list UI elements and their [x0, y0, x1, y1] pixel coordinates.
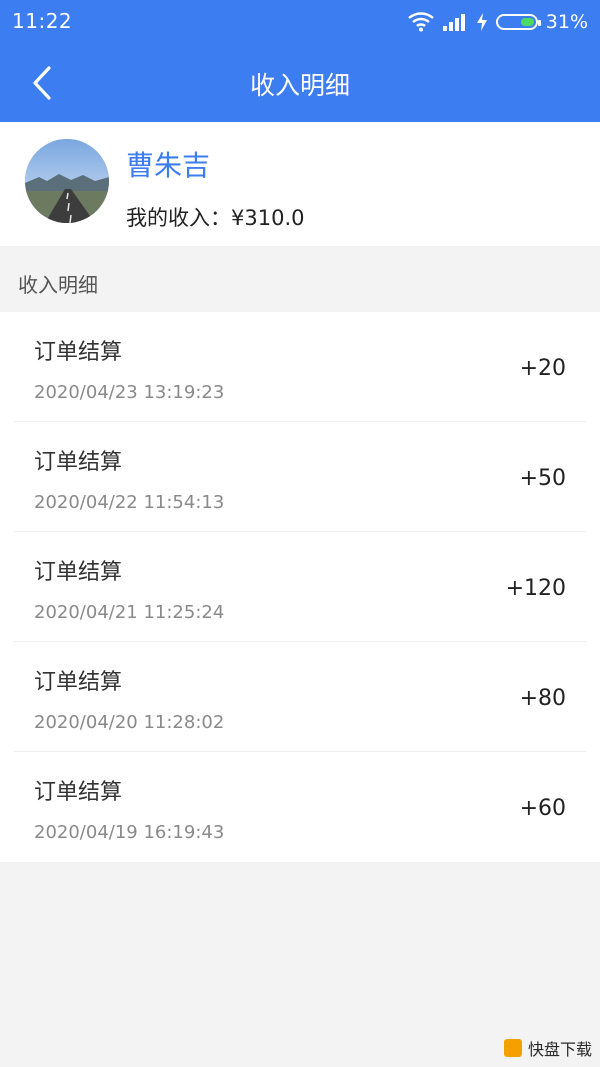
section-header: 收入明细: [0, 248, 600, 312]
item-date: 2020/04/19 16:19:43: [34, 822, 225, 843]
charging-icon: [476, 12, 488, 32]
signal-icon: [442, 12, 468, 32]
item-amount: +120: [505, 576, 566, 601]
item-date: 2020/04/20 11:28:02: [34, 712, 225, 733]
list-item[interactable]: 订单结算 2020/04/23 13:19:23 +20: [0, 312, 600, 422]
item-title: 订单结算: [34, 780, 123, 805]
item-title: 订单结算: [34, 340, 123, 365]
top-navigation-bar: 收入明细: [0, 44, 600, 122]
item-date: 2020/04/22 11:54:13: [34, 492, 225, 513]
item-amount: +80: [519, 686, 566, 711]
item-amount: +20: [519, 356, 566, 381]
status-icons: 31%: [407, 8, 588, 36]
battery-icon: [495, 14, 541, 30]
watermark-icon: [503, 1039, 522, 1057]
income-value: ¥310.0: [231, 206, 305, 230]
wifi-icon: [407, 12, 434, 32]
page-title: 收入明细: [249, 71, 350, 100]
item-title: 订单结算: [34, 560, 123, 585]
item-date: 2020/04/23 13:19:23: [34, 382, 225, 403]
my-income: 我的收入：¥310.0: [126, 202, 304, 232]
battery-level: [520, 18, 534, 26]
item-date: 2020/04/21 11:25:24: [34, 602, 225, 623]
section-title: 收入明细: [18, 273, 98, 297]
income-label: 我的收入：: [126, 206, 231, 230]
avatar: [25, 139, 109, 223]
list-item[interactable]: 订单结算 2020/04/20 11:28:02 +80: [0, 642, 600, 752]
item-title: 订单结算: [34, 450, 123, 475]
list-item[interactable]: 订单结算 2020/04/19 16:19:43 +60: [0, 752, 600, 862]
status-time: 11:22: [12, 9, 73, 33]
income-list: 订单结算 2020/04/23 13:19:23 +20 订单结算 2020/0…: [0, 312, 600, 862]
status-bar: 11:22 31%: [0, 0, 600, 44]
watermark-text: 快盘下载: [527, 1040, 592, 1059]
profile-card: 曹朱吉 我的收入：¥310.0: [0, 122, 600, 246]
list-item[interactable]: 订单结算 2020/04/21 11:25:24 +120: [0, 532, 600, 642]
item-amount: +50: [519, 466, 566, 491]
list-item[interactable]: 订单结算 2020/04/22 11:54:13 +50: [0, 422, 600, 532]
item-amount: +60: [519, 796, 566, 821]
item-title: 订单结算: [34, 670, 123, 695]
battery-percent: 31%: [545, 11, 588, 33]
user-name: 曹朱吉: [126, 149, 211, 182]
watermark-logo: 快盘下载: [503, 1035, 592, 1061]
